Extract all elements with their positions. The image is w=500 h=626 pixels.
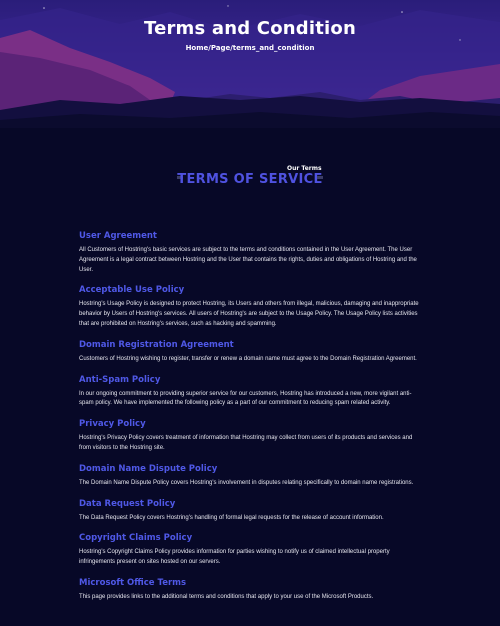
term-text: Hostring's Usage Policy is designed to p… [79,301,419,327]
term-text: Hostring's Privacy Policy covers treatme… [79,435,413,451]
term-text: Customers of Hostring wishing to registe… [79,355,417,362]
section-heading: Our Terms TERMS OF SERVICE [0,164,500,194]
term-text: This page provides links to the addition… [79,593,374,600]
term-heading: Domain Name Dispute Policy [79,463,218,474]
section-title: TERMS OF SERVICE [177,172,323,187]
term-item: Copyright Claims Policy Hostring's Copyr… [79,532,424,568]
term-heading: Data Request Policy [79,498,176,509]
section-eyebrow: Our Terms [287,165,322,172]
term-item: Microsoft Office Terms This page provide… [79,577,424,603]
term-text: All Customers of Hostring's basic servic… [79,247,417,273]
term-item: Domain Registration Agreement Customers … [79,339,424,365]
term-heading: Domain Registration Agreement [79,339,234,350]
term-item: Anti-Spam Policy In our ongoing commitme… [79,374,424,410]
term-heading: User Agreement [79,231,157,241]
term-item: Domain Name Dispute Policy The Domain Na… [79,463,424,489]
title-decoration-right [317,176,323,179]
term-text: The Domain Name Dispute Policy covers Ho… [79,479,414,486]
page-hero: Terms and Condition Home/Page/terms_and_… [0,0,500,128]
terms-list: User Agreement All Customers of Hostring… [79,230,424,612]
term-heading: Copyright Claims Policy [79,533,193,544]
term-text: The Data Request Policy covers Hostring'… [79,514,384,521]
term-heading: Privacy Policy [79,419,146,430]
term-item: Privacy Policy Hostring's Privacy Policy… [79,418,424,454]
page-title: Terms and Condition [143,18,357,39]
term-item: Acceptable Use Policy Hostring's Usage P… [79,284,424,329]
term-heading: Acceptable Use Policy [79,285,185,296]
term-heading: Anti-Spam Policy [79,374,161,385]
term-text: In our ongoing commitment to providing s… [79,390,412,407]
term-item: User Agreement All Customers of Hostring… [79,230,424,275]
term-text: Hostring's Copyright Claims Policy provi… [79,549,390,566]
breadcrumb[interactable]: Home/Page/terms_and_condition [0,44,500,52]
term-item: Data Request Policy The Data Request Pol… [79,498,424,524]
term-heading: Microsoft Office Terms [79,577,187,588]
